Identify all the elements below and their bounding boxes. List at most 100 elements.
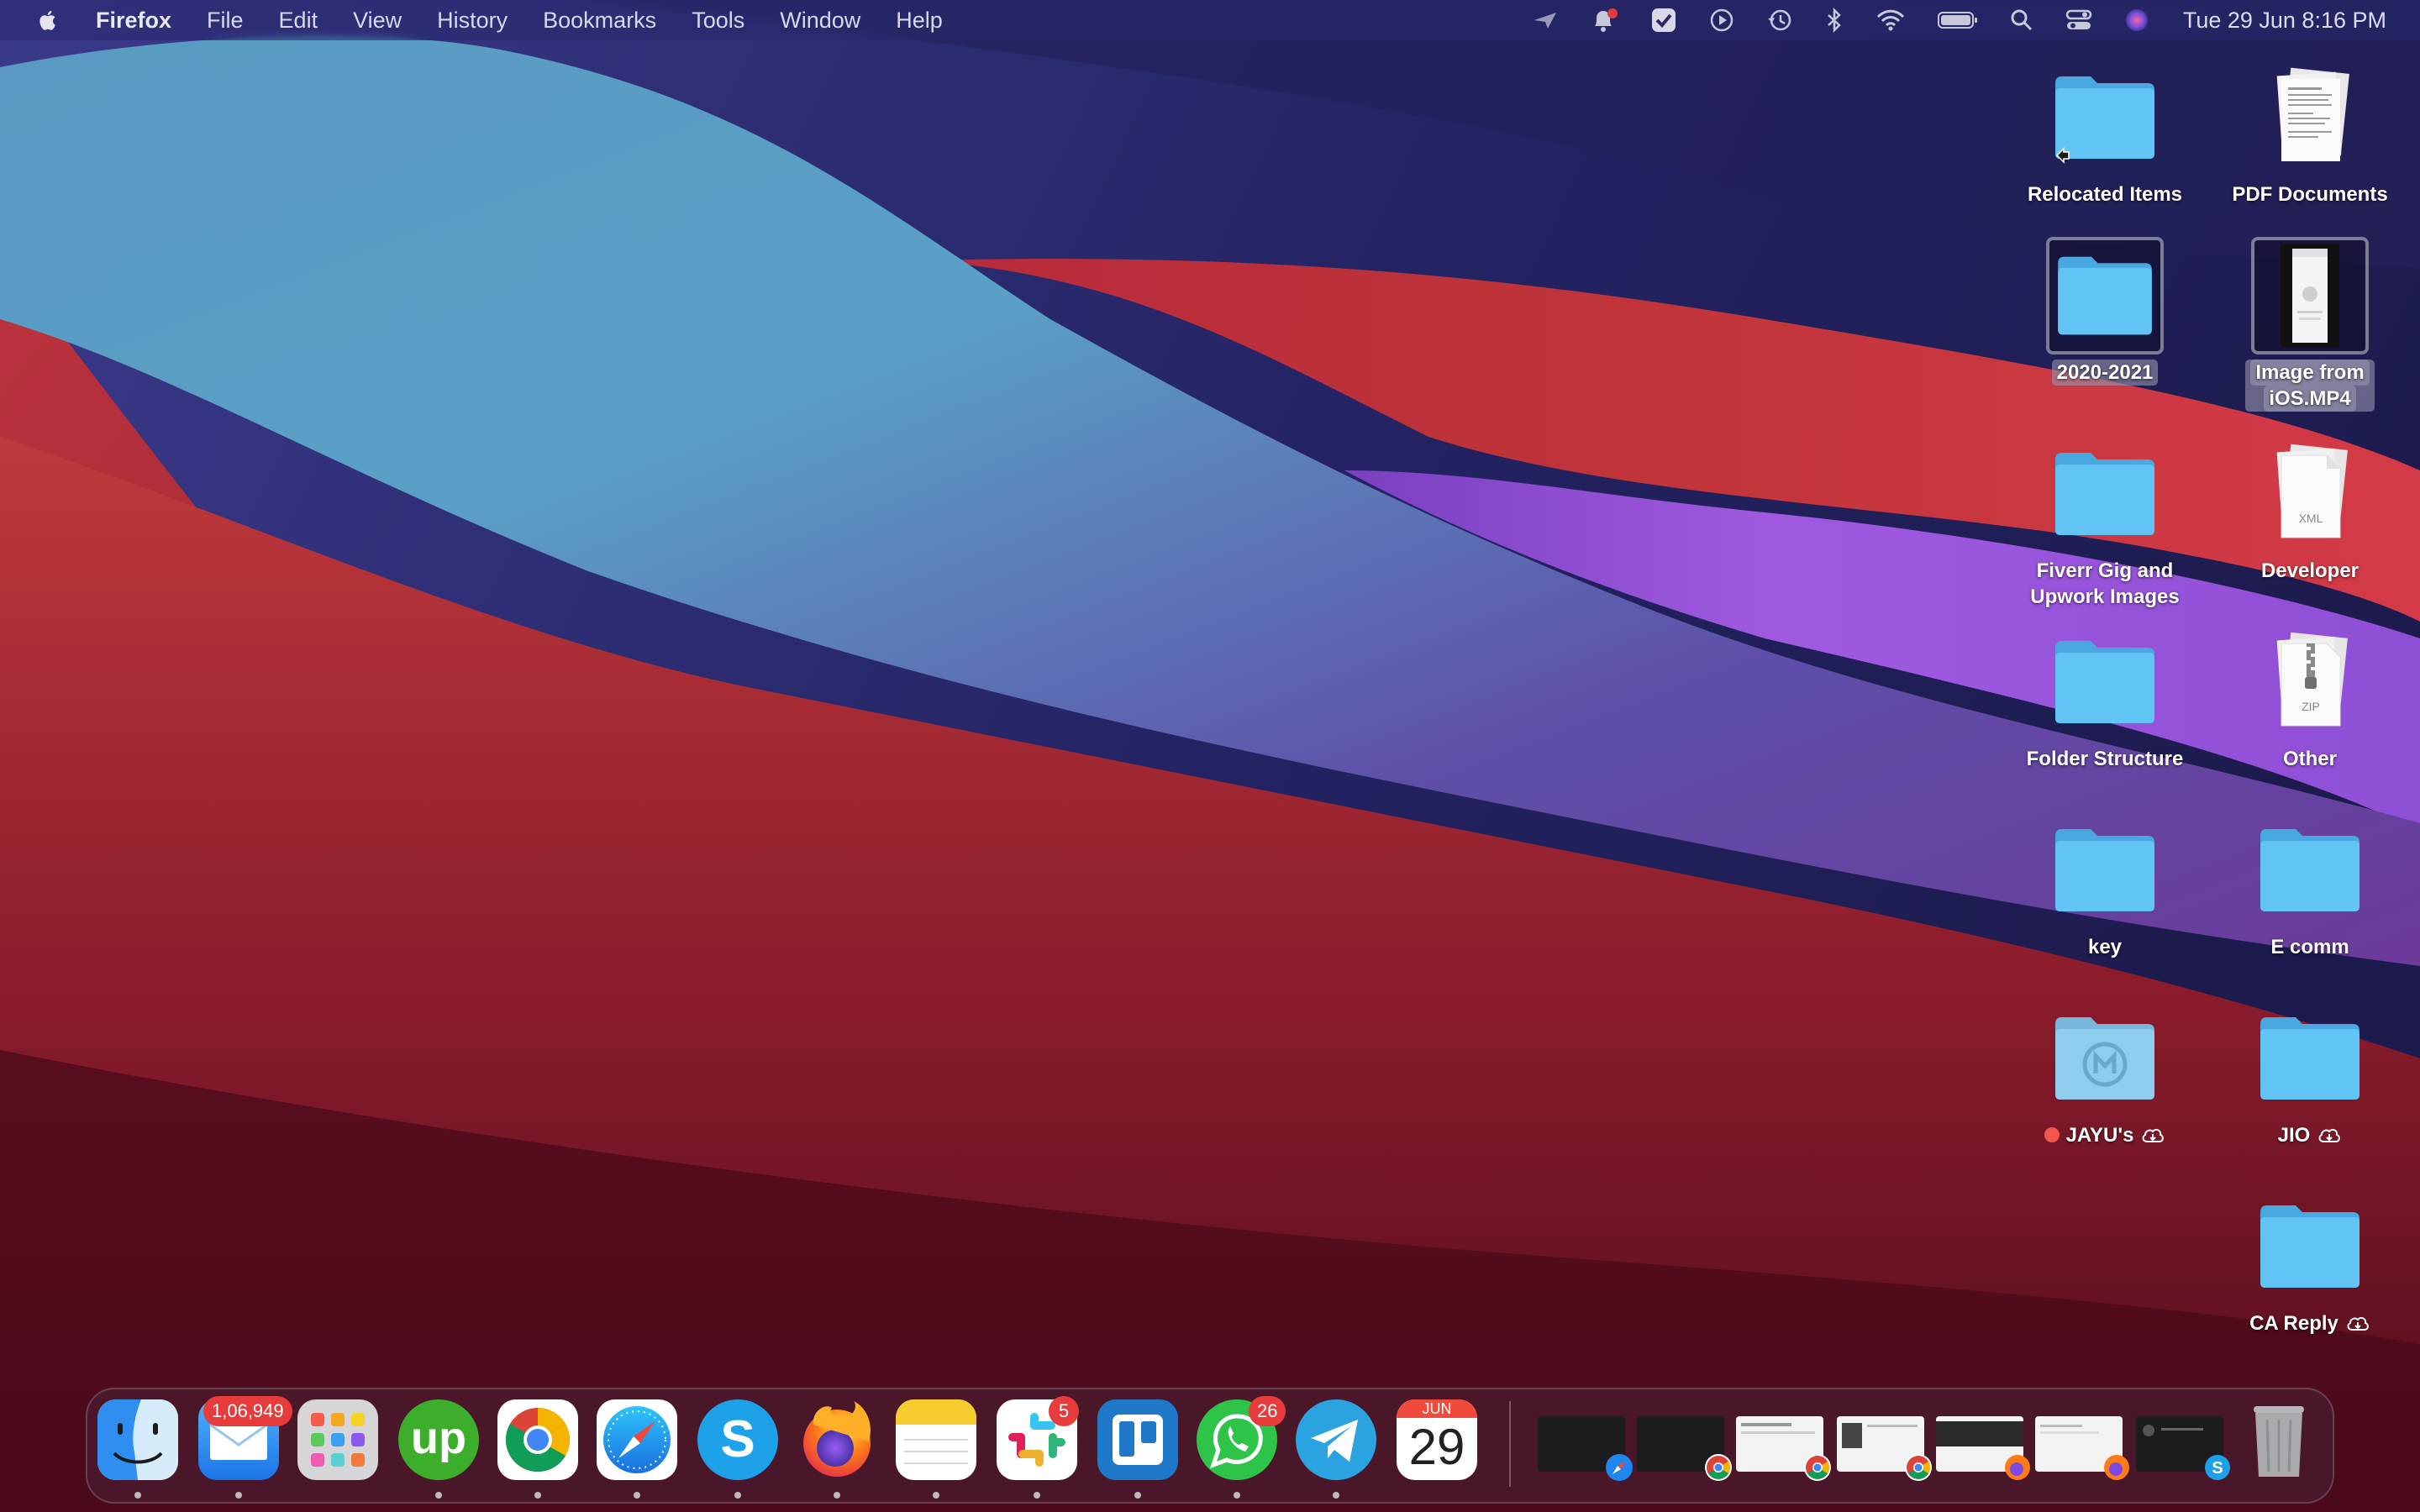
dock-app-safari[interactable] [597,1399,677,1499]
folder-icon [2260,829,2360,911]
safari-mini-icon [1606,1454,1633,1481]
running-indicator [734,1492,741,1499]
dock-app-skype[interactable]: S [697,1399,778,1499]
apple-icon[interactable] [34,6,62,34]
menu-clock[interactable]: Tue 29 Jun 8:16 PM [2183,8,2386,34]
tasks-icon[interactable] [1650,7,1677,34]
dock-app-launchpad[interactable] [297,1399,378,1480]
running-indicator [435,1492,442,1499]
minimized-window-safari[interactable] [1538,1416,1633,1481]
icloud-download-icon[interactable] [2345,1315,2370,1333]
dock-app-mail[interactable]: 1,06,949 [198,1396,292,1499]
icloud-download-icon[interactable] [2317,1126,2342,1145]
telegram-icon [1296,1399,1376,1480]
icloud-download-icon[interactable] [2140,1126,2165,1145]
folder-icon [2055,829,2154,911]
documents-stack-icon [2276,67,2349,161]
minimized-window-chrome-3[interactable] [1837,1416,1932,1481]
running-indicator [1333,1492,1339,1499]
chrome-mini-icon [1804,1454,1831,1481]
minimized-window-firefox-2[interactable] [2035,1416,2129,1480]
menu-view[interactable]: View [353,8,402,34]
slack-badge: 5 [1049,1396,1079,1426]
desktop-item-label: Developer [2260,559,2360,582]
siri-icon[interactable] [2124,8,2149,33]
minimized-window-chrome-1[interactable] [1637,1416,1732,1481]
file-type-tag: ZIP [2302,700,2320,713]
launchpad-icon [297,1399,378,1480]
desktop-item-pdf-documents[interactable]: PDF Documents [2209,59,2411,207]
running-indicator [634,1492,640,1499]
battery-icon[interactable] [1937,10,1978,30]
dock-app-finder[interactable] [97,1399,178,1499]
menu-tools[interactable]: Tools [692,8,744,34]
desktop-item-jayus[interactable]: JAYU's [2004,1000,2206,1148]
menu-help[interactable]: Help [896,8,943,34]
dock-trash[interactable] [2238,1399,2319,1480]
calendar-icon: JUN 29 [1397,1399,1477,1480]
desktop-item-label: JIO [2209,1122,2411,1148]
trash-icon [2238,1399,2319,1480]
notes-icon [896,1399,976,1480]
dock-app-chrome[interactable] [497,1399,578,1499]
folder-icon [2055,641,2154,723]
skype-mini-icon: S [2205,1455,2230,1480]
menu-history[interactable]: History [437,8,508,34]
desktop-item-2020-2021[interactable]: 2020-2021 [2004,237,2206,386]
running-indicator [834,1492,840,1499]
desktop-item-ca-reply[interactable]: CA Reply [2209,1188,2411,1336]
safari-icon [597,1399,677,1480]
desktop-item-label: Relocated Items [2027,183,2183,206]
dock-app-slack[interactable]: 5 [997,1396,1079,1499]
dock-app-calendar[interactable]: JUN 29 [1397,1399,1477,1480]
bluetooth-icon[interactable] [1825,8,1844,33]
minimized-window-chrome-2[interactable] [1736,1416,1831,1481]
file-type-tag: XML [2299,512,2323,525]
notification-icon[interactable] [1590,8,1618,33]
xml-stack-icon: XML [2276,444,2348,538]
chrome-mini-icon [1905,1454,1932,1481]
control-center-icon[interactable] [2065,8,2092,32]
desktop-item-fiverr-gig[interactable]: Fiverr Gig and Upwork Images [2004,435,2206,610]
running-indicator [134,1492,141,1499]
desktop-item-other[interactable]: ZIP Other [2209,623,2411,772]
app-menu-firefox[interactable]: Firefox [96,8,171,34]
red-tag-icon [2044,1127,2060,1142]
location-icon[interactable] [1533,10,1558,30]
minimized-window-firefox-1[interactable] [1936,1416,2030,1480]
dock-app-firefox[interactable] [797,1399,877,1499]
dock-app-whatsapp[interactable]: 26 [1197,1396,1286,1499]
running-indicator [235,1492,242,1499]
firefox-mini-icon [2104,1455,2129,1480]
desktop-item-label: 2020-2021 [2004,360,2206,386]
play-icon[interactable] [1709,8,1734,33]
minimized-window-skype[interactable]: S [2136,1416,2230,1480]
upwork-icon: up [398,1399,479,1480]
desktop-item-label: E comm [2270,936,2349,958]
wifi-icon[interactable] [1876,8,1906,32]
folder-alias-icon [2055,76,2154,164]
desktop-item-label: Image from iOS.MP4 [2209,360,2411,412]
dock-app-upwork[interactable]: up [398,1399,479,1499]
desktop-item-jio[interactable]: JIO [2209,1000,2411,1148]
desktop-item-e-comm[interactable]: E comm [2209,811,2411,960]
desktop-item-image-from-ios[interactable]: Image from iOS.MP4 [2209,237,2411,412]
running-indicator [534,1492,541,1499]
menu-bookmarks[interactable]: Bookmarks [543,8,656,34]
dock-app-telegram[interactable] [1296,1399,1376,1499]
spotlight-icon[interactable] [2010,8,2033,32]
dock-app-notes[interactable] [896,1399,976,1499]
shared-folder-icon [2055,1017,2154,1100]
whatsapp-badge: 26 [1249,1396,1286,1426]
desktop-item-relocated-items[interactable]: Relocated Items [2004,59,2206,207]
menu-file[interactable]: File [207,8,244,34]
menu-window[interactable]: Window [780,8,860,34]
chrome-icon [497,1399,578,1480]
desktop-item-developer[interactable]: XML Developer [2209,435,2411,584]
time-machine-icon[interactable] [1766,8,1793,33]
dock-app-trello[interactable] [1097,1399,1178,1499]
desktop-item-folder-structure[interactable]: Folder Structure [2004,623,2206,772]
menu-edit[interactable]: Edit [279,8,318,34]
desktop-item-label: key [2087,936,2123,958]
desktop-item-key[interactable]: key [2004,811,2206,960]
